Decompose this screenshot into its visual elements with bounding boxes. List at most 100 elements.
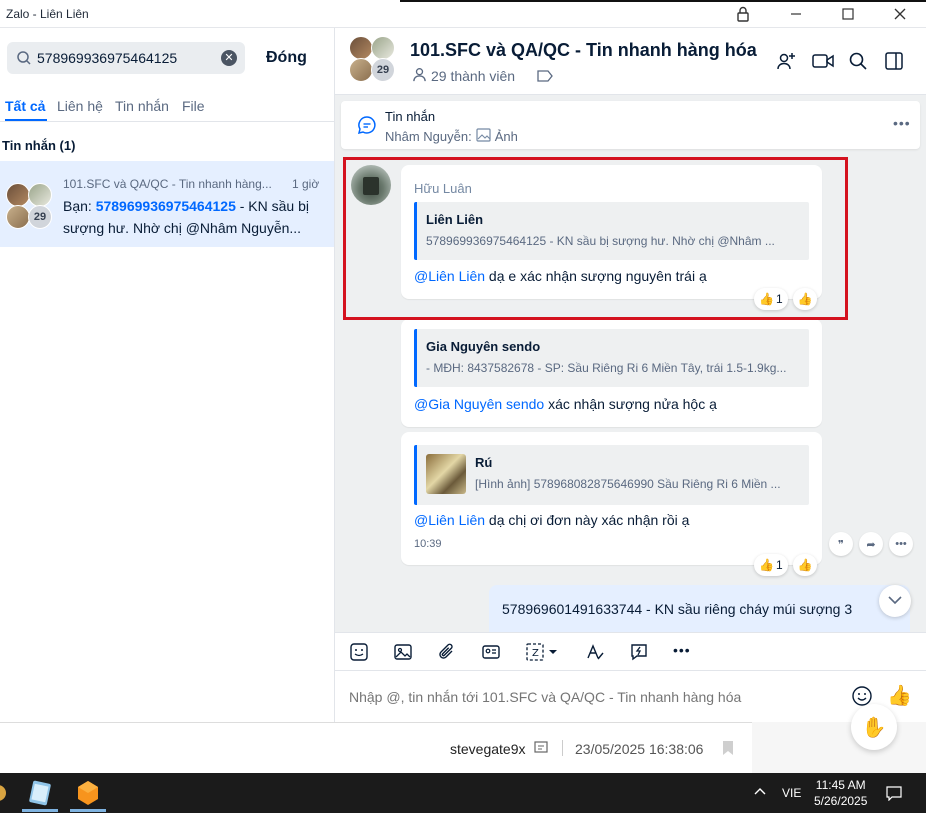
results-section-label: Tin nhắn (1) <box>2 138 76 153</box>
taskbar-app-icon[interactable] <box>74 779 102 807</box>
video-call-icon[interactable] <box>811 50 835 74</box>
close-window-icon[interactable] <box>886 4 914 24</box>
forward-icon[interactable]: ➦ <box>859 532 883 556</box>
active-app-indicator <box>22 809 58 812</box>
quoted-message[interactable]: Gia Nguyên sendo - MĐH: 8437582678 - SP:… <box>414 329 809 387</box>
sticker-icon[interactable] <box>349 642 369 662</box>
message-bubble[interactable]: Gia Nguyên sendo - MĐH: 8437582678 - SP:… <box>401 319 822 427</box>
search-value[interactable]: 578969936975464125 <box>37 50 177 66</box>
search-input[interactable]: 578969936975464125 ✕ <box>7 42 245 74</box>
highlight-annotation-box <box>343 157 848 320</box>
message-text: @Gia Nguyên sendo xác nhận sượng nửa hộc… <box>414 396 717 412</box>
hand-icon: ✋ <box>861 716 887 739</box>
result-snippet-line1: Bạn: 578969936975464125 - KN sầu bị <box>63 198 309 214</box>
more-icon[interactable]: ••• <box>893 115 911 131</box>
quick-message-icon[interactable] <box>629 642 649 662</box>
quoted-sender: Gia Nguyên sendo <box>426 339 541 354</box>
chevron-down-icon <box>887 592 903 610</box>
window-titlebar: Zalo - Liên Liên <box>0 0 926 28</box>
clear-search-icon[interactable]: ✕ <box>221 50 237 66</box>
bookmark-icon[interactable] <box>722 740 734 761</box>
taskbar-app-icon[interactable] <box>26 779 54 807</box>
member-count[interactable]: 29 thành viên <box>412 67 515 85</box>
attachment-icon[interactable] <box>437 642 457 662</box>
background-panel: stevegate9x 23/05/2025 16:38:06 <box>0 722 752 773</box>
result-time: 1 giờ <box>292 177 320 191</box>
reaction-summary[interactable]: 👍 1 <box>754 554 788 576</box>
chat-header: 29 101.SFC và QA/QC - Tin nhanh hàng hóa… <box>335 28 926 95</box>
chat-bubble-icon <box>357 115 377 140</box>
search-tabs: Tất cả Liên hệ Tin nhắn File <box>0 92 335 122</box>
active-app-indicator <box>70 809 106 812</box>
chevron-up-icon[interactable] <box>754 785 766 799</box>
chat-group-avatar[interactable]: 29 <box>349 36 399 86</box>
active-tab-indicator <box>5 119 47 121</box>
language-indicator[interactable]: VIE <box>782 786 801 800</box>
result-snippet-line2: sượng hư. Nhờ chị @Nhâm Nguyễn... <box>63 220 302 236</box>
search-result-item[interactable]: 29 101.SFC và QA/QC - Tin nhanh hàng... … <box>0 161 334 247</box>
image-upload-icon[interactable] <box>393 642 413 662</box>
contact-card-icon[interactable] <box>481 642 501 662</box>
more-tools-icon[interactable]: ••• <box>673 642 693 662</box>
mention-link[interactable]: @Gia Nguyên sendo <box>414 396 544 412</box>
message-text: 578969601491633744 - KN sầu riêng cháy m… <box>502 601 853 617</box>
image-icon <box>476 128 491 145</box>
pinned-title: Tin nhắn <box>385 109 436 124</box>
quote-reply-icon[interactable]: ❞ <box>829 532 853 556</box>
scroll-to-bottom-button[interactable] <box>879 585 911 617</box>
group-avatar: 29 <box>6 183 56 233</box>
quoted-text: - MĐH: 8437582678 - SP: Sầu Riêng Ri 6 M… <box>426 361 787 375</box>
mention-link[interactable]: @Liên Liên <box>414 512 485 528</box>
taskbar: VIE 11:45 AM 5/26/2025 <box>0 773 926 813</box>
tab-files[interactable]: File <box>182 98 205 114</box>
svg-text:Z: Z <box>532 648 539 659</box>
screenshot-icon[interactable]: Z <box>525 642 561 662</box>
tab-messages[interactable]: Tin nhắn <box>115 98 169 114</box>
pinned-message[interactable]: Tin nhắn Nhâm Nguyễn: Ảnh ••• <box>341 101 920 149</box>
notification-icon[interactable] <box>886 785 902 804</box>
search-match: 578969936975464125 <box>95 198 236 214</box>
message-bubble[interactable]: Rú [Hình ảnh] 578968082875646990 Sầu Riê… <box>401 432 822 576</box>
lock-icon[interactable] <box>729 4 757 24</box>
user-icon <box>412 67 427 85</box>
toggle-sidebar-icon[interactable] <box>883 50 907 74</box>
result-title: 101.SFC và QA/QC - Tin nhanh hàng... <box>63 177 272 191</box>
quoted-sender: Rú <box>475 455 493 470</box>
search-icon <box>16 50 32 71</box>
message-badge-icon <box>534 741 550 760</box>
send-like-icon[interactable]: 👍 <box>887 683 912 708</box>
divider <box>562 740 563 756</box>
taskbar-app-icon[interactable] <box>0 785 6 801</box>
tab-all[interactable]: Tất cả <box>5 98 45 114</box>
message-time: 10:39 <box>414 538 442 550</box>
like-button[interactable]: 👍 <box>793 554 817 576</box>
message-input[interactable] <box>349 689 839 705</box>
search-panel: 578969936975464125 ✕ Đóng Tất cả Liên hệ… <box>0 28 335 722</box>
own-message-bubble[interactable]: 578969601491633744 - KN sầu riêng cháy m… <box>489 585 910 632</box>
background-timestamp: 23/05/2025 16:38:06 <box>575 741 704 757</box>
chat-title[interactable]: 101.SFC và QA/QC - Tin nhanh hàng hóa <box>410 40 757 61</box>
search-in-chat-icon[interactable] <box>847 50 871 74</box>
composer-toolbar: Z ••• <box>335 632 926 670</box>
top-edge <box>400 0 926 2</box>
background-app: stevegate9x 23/05/2025 16:38:06 <box>0 722 926 773</box>
maximize-icon[interactable] <box>834 4 862 24</box>
tab-contacts[interactable]: Liên hệ <box>57 98 103 114</box>
tag-icon[interactable] <box>537 69 553 87</box>
close-search-button[interactable]: Đóng <box>266 49 307 67</box>
add-member-icon[interactable] <box>775 50 799 74</box>
more-actions-icon[interactable]: ••• <box>889 532 913 556</box>
hand-pointer-button[interactable]: ✋ <box>851 704 897 750</box>
text-format-icon[interactable] <box>585 642 605 662</box>
window-title: Zalo - Liên Liên <box>6 7 89 21</box>
minimize-icon[interactable] <box>782 4 810 24</box>
message-actions: ❞ ➦ ••• <box>829 532 913 556</box>
quoted-message[interactable]: Rú [Hình ảnh] 578968082875646990 Sầu Riê… <box>414 445 809 505</box>
thumbs-up-icon: 👍 <box>759 558 774 572</box>
message-text: @Liên Liên dạ chị ơi đơn này xác nhận rồ… <box>414 512 690 528</box>
member-count-badge: 29 <box>28 205 52 229</box>
background-username: stevegate9x <box>450 741 526 757</box>
member-count-badge: 29 <box>371 58 395 82</box>
system-clock[interactable]: 11:45 AM 5/26/2025 <box>814 777 867 809</box>
quoted-text: [Hình ảnh] 578968082875646990 Sầu Riêng … <box>475 477 781 491</box>
